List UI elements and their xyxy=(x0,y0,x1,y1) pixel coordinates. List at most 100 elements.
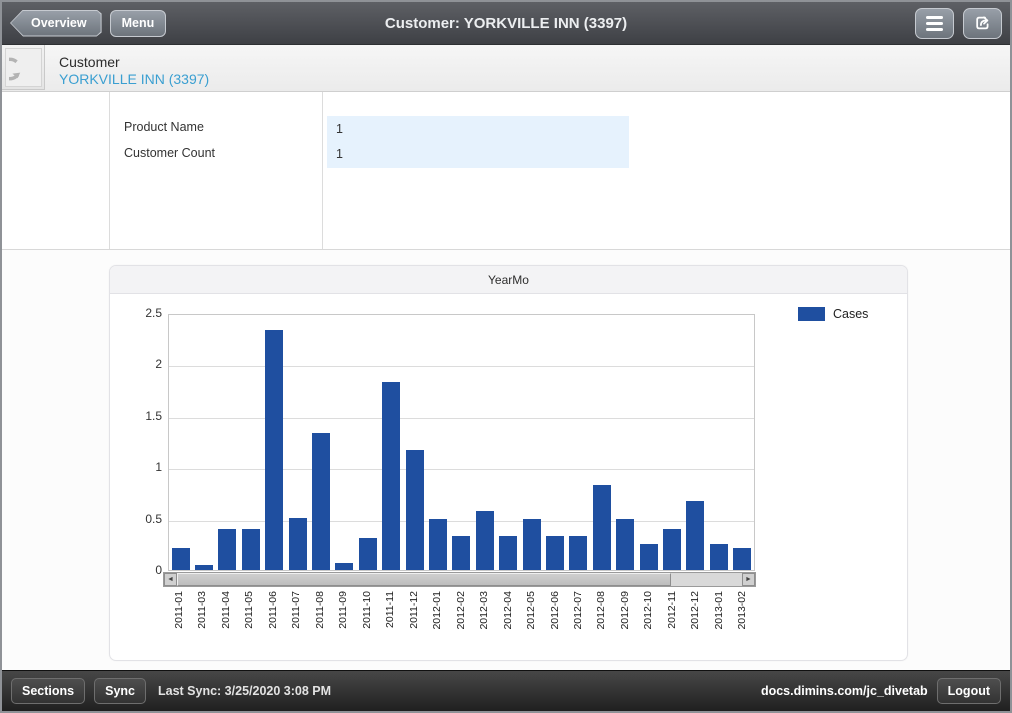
section-title: Customer xyxy=(59,54,209,70)
field-labels: Product Name Customer Count xyxy=(124,114,215,166)
x-axis-tick-label: 2011-09 xyxy=(332,591,355,649)
x-axis-tick-label: 2012-01 xyxy=(426,591,449,649)
bar-2011-05[interactable] xyxy=(242,529,260,570)
bars-container xyxy=(169,315,754,570)
x-axis-tick-label: 2011-03 xyxy=(191,591,214,649)
chart-legend: Cases xyxy=(798,307,868,321)
x-axis-tick-label: 2012-06 xyxy=(544,591,567,649)
breadcrumb: Customer YORKVILLE INN (3397) xyxy=(45,45,209,91)
bar-2011-09[interactable] xyxy=(335,563,353,570)
y-axis-tick-label: 2 xyxy=(124,357,162,371)
customer-count-label: Customer Count xyxy=(124,140,215,166)
bar-2012-04[interactable] xyxy=(499,536,517,570)
product-name-value: 1 xyxy=(327,117,629,142)
bar-2012-03[interactable] xyxy=(476,511,494,570)
x-axis-tick-label: 2011-01 xyxy=(168,591,191,649)
chart-title: YearMo xyxy=(110,266,907,294)
bar-2011-04[interactable] xyxy=(218,529,236,570)
chart-card: YearMo 00.511.522.5 ◄ ► 2011-012011-0320… xyxy=(109,265,908,661)
customer-link[interactable]: YORKVILLE INN (3397) xyxy=(59,71,209,87)
product-name-label: Product Name xyxy=(124,114,215,140)
y-axis-tick-label: 0.5 xyxy=(124,512,162,526)
scrollbar-track[interactable] xyxy=(671,573,742,586)
x-axis-tick-label: 2011-11 xyxy=(379,591,402,649)
bar-2013-01[interactable] xyxy=(710,544,728,570)
bar-2012-12[interactable] xyxy=(686,501,704,570)
plot-area xyxy=(168,314,755,571)
bar-2011-01[interactable] xyxy=(172,548,190,570)
x-axis-tick-label: 2012-07 xyxy=(567,591,590,649)
x-axis-tick-label: 2011-04 xyxy=(215,591,238,649)
bar-2011-11[interactable] xyxy=(382,382,400,570)
top-bar-left: Overview Menu xyxy=(10,10,166,37)
server-url: docs.dimins.com/jc_divetab xyxy=(761,684,928,698)
x-axis-tick-label: 2012-12 xyxy=(684,591,707,649)
bar-2012-07[interactable] xyxy=(569,536,587,570)
detail-panel: Product Name Customer Count 1 1 xyxy=(2,92,1010,250)
column-divider xyxy=(109,92,110,249)
refresh-button[interactable] xyxy=(2,45,45,90)
x-axis-tick-label: 2011-10 xyxy=(356,591,379,649)
x-axis-tick-label: 2012-02 xyxy=(450,591,473,649)
hamburger-icon xyxy=(926,16,943,31)
y-axis-tick-label: 0 xyxy=(124,563,162,577)
sync-button[interactable]: Sync xyxy=(94,678,146,704)
bar-2012-02[interactable] xyxy=(452,536,470,570)
legend-label: Cases xyxy=(833,307,868,321)
x-axis-tick-label: 2013-02 xyxy=(731,591,754,649)
field-values-box: 1 1 xyxy=(327,116,629,168)
chart-section: YearMo 00.511.522.5 ◄ ► 2011-012011-0320… xyxy=(2,250,1010,670)
x-axis-tick-label: 2012-10 xyxy=(637,591,660,649)
overview-button-label: Overview xyxy=(11,11,101,36)
refresh-icon xyxy=(5,48,42,87)
menu-button[interactable]: Menu xyxy=(110,10,167,37)
bar-2011-03[interactable] xyxy=(195,565,213,570)
bottom-bar: Sections Sync Last Sync: 3/25/2020 3:08 … xyxy=(2,670,1010,711)
logout-button[interactable]: Logout xyxy=(937,678,1001,704)
bar-2011-10[interactable] xyxy=(359,538,377,570)
x-axis-tick-label: 2011-06 xyxy=(262,591,285,649)
top-bar-right xyxy=(915,8,1002,39)
last-sync-text: Last Sync: 3/25/2020 3:08 PM xyxy=(158,684,331,698)
bar-2012-05[interactable] xyxy=(523,519,541,570)
breadcrumb-bar: Customer YORKVILLE INN (3397) xyxy=(2,45,1010,92)
scroll-left-button[interactable]: ◄ xyxy=(164,573,177,586)
top-bar: Overview Menu Customer: YORKVILLE INN (3… xyxy=(2,2,1010,45)
x-axis-tick-label: 2012-09 xyxy=(614,591,637,649)
scrollbar-thumb[interactable] xyxy=(177,573,671,586)
bar-2012-09[interactable] xyxy=(616,519,634,570)
x-axis-tick-label: 2012-08 xyxy=(590,591,613,649)
bar-2011-07[interactable] xyxy=(289,518,307,570)
bar-2013-02[interactable] xyxy=(733,548,751,570)
scroll-right-button[interactable]: ► xyxy=(742,573,755,586)
x-axis-labels: 2011-012011-032011-042011-052011-062011-… xyxy=(168,591,755,649)
x-axis-tick-label: 2012-11 xyxy=(661,591,684,649)
x-axis-tick-label: 2012-03 xyxy=(473,591,496,649)
bar-2012-11[interactable] xyxy=(663,529,681,570)
bar-2011-08[interactable] xyxy=(312,433,330,570)
y-axis-tick-label: 1.5 xyxy=(124,409,162,423)
x-axis-tick-label: 2012-05 xyxy=(520,591,543,649)
overview-button[interactable]: Overview xyxy=(10,10,102,37)
x-axis-tick-label: 2013-01 xyxy=(708,591,731,649)
y-axis-tick-label: 1 xyxy=(124,460,162,474)
chart-scrollbar[interactable]: ◄ ► xyxy=(163,572,756,587)
customer-count-value: 1 xyxy=(327,142,629,167)
x-axis-tick-label: 2011-07 xyxy=(285,591,308,649)
sections-button[interactable]: Sections xyxy=(11,678,85,704)
bar-2012-01[interactable] xyxy=(429,519,447,570)
bar-2011-12[interactable] xyxy=(406,450,424,570)
bar-2012-06[interactable] xyxy=(546,536,564,570)
share-button[interactable] xyxy=(963,8,1002,39)
x-axis-tick-label: 2012-04 xyxy=(497,591,520,649)
chart-body: 00.511.522.5 ◄ ► 2011-012011-032011-0420… xyxy=(110,294,907,661)
legend-swatch xyxy=(798,307,825,321)
bar-2012-10[interactable] xyxy=(640,544,658,570)
bar-2011-06[interactable] xyxy=(265,330,283,570)
x-axis-tick-label: 2011-12 xyxy=(403,591,426,649)
column-divider xyxy=(322,92,323,249)
hamburger-menu-button[interactable] xyxy=(915,8,954,39)
bar-2012-08[interactable] xyxy=(593,485,611,570)
app-window: Overview Menu Customer: YORKVILLE INN (3… xyxy=(0,0,1012,713)
y-axis-tick-label: 2.5 xyxy=(124,306,162,320)
